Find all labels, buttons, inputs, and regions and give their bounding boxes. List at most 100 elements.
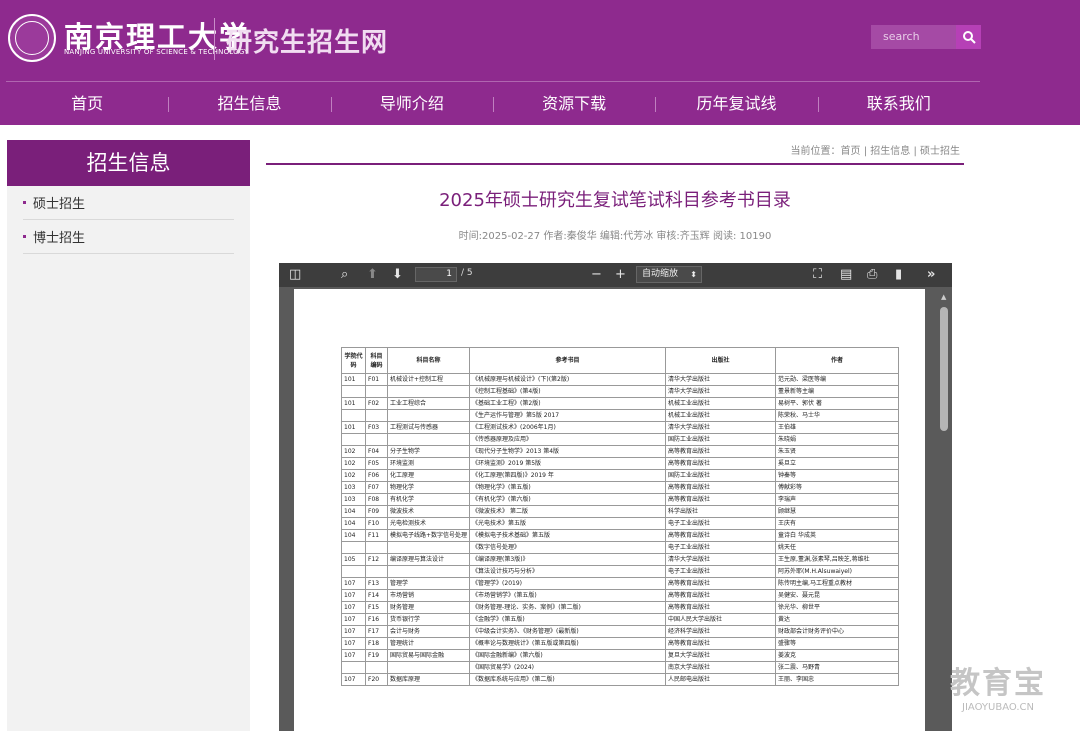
column-header: 作者 (775, 347, 899, 374)
table-cell: 高等教育出版社 (665, 601, 777, 614)
table-row: 105 F12 编译原理与算法设计 《编译原理(第3版)》 清华大学出版社 王生原,董渊,… (341, 553, 899, 566)
table-cell: 阿苏外耶(M.H.Alsuwaiyel) (775, 565, 899, 578)
table-cell: F01 (365, 373, 388, 386)
bookmark-icon[interactable]: ▮ (895, 267, 902, 283)
table-cell: 《机械原理与机械设计》(下)(第2版) (469, 373, 667, 386)
table-cell: 徐光华、柳世平 (775, 601, 899, 614)
previous-page-icon[interactable]: ⬆ (367, 267, 378, 283)
article-title: 2025年硕士研究生复试笔试科目参考书目录 (439, 190, 791, 211)
table-cell: 数据库原理 (386, 673, 471, 686)
nav-contact[interactable]: 联系我们 (817, 84, 980, 124)
table-cell: 人民邮电出版社 (665, 673, 777, 686)
nav-home[interactable]: 首页 (6, 84, 168, 124)
table-body: 101 F01 机械设计+控制工程 《机械原理与机械设计》(下)(第2版) 清华大学出版… (341, 373, 899, 686)
table-row: 107 F17 会计与财务 《中级会计实务》、《财务管理》(最新版) 经济科学出版社 财政… (341, 625, 899, 638)
table-row: 101 F02 工业工程综合 《基础工业工程》(第2版) 机械工业出版社 易树平、郭伏 著 (341, 397, 899, 410)
table-cell: 高等教育出版社 (665, 481, 777, 494)
zoom-select-value: 自动缩放 (642, 269, 679, 279)
table-row: 102 F05 环境监测 《环境监测》2019 第5版 高等教育出版社 奚旦立 (341, 457, 899, 470)
pdf-scrollbar[interactable] (940, 307, 948, 431)
sidebar-toggle-icon[interactable]: ◫ (289, 267, 301, 283)
page-total: / 5 (461, 268, 473, 278)
watermark: 教育宝 JIAOYUBAO.CN (950, 658, 1046, 713)
table-cell: 《化工原理(第四版)》2019 年 (469, 469, 667, 482)
table-cell: 《传感器原理及应用》 (469, 433, 667, 446)
watermark-logo: 教育宝 (950, 666, 1046, 701)
table-cell: 黄达 (775, 613, 899, 626)
table-cell: F16 (365, 613, 388, 626)
table-cell: 董景新等主编 (775, 385, 899, 398)
tools-menu-icon[interactable]: » (927, 267, 935, 283)
table-cell: 102 (341, 445, 366, 458)
table-cell (365, 433, 388, 446)
table-cell: 103 (341, 481, 366, 494)
logo-divider (214, 18, 215, 60)
sidebar-item-masters[interactable]: 硕士招生 (23, 186, 234, 220)
table-cell: 107 (341, 589, 366, 602)
table-row: 《传感器原理及应用》 国防工业出版社 朱晓娟 (341, 433, 899, 446)
table-row: 104 F10 光电检测技术 《光电技术》第五版 电子工业出版社 王庆有 (341, 517, 899, 530)
open-file-icon[interactable]: ▤ (840, 267, 852, 283)
zoom-in-icon[interactable]: + (615, 267, 626, 283)
table-cell: 科学出版社 (665, 505, 777, 518)
find-icon[interactable]: ⌕ (341, 267, 348, 283)
table-row: 《生产运作与管理》第5版 2017 机械工业出版社 陈荣秋、马士华 (341, 409, 899, 422)
table-cell: 清华大学出版社 (665, 373, 777, 386)
nav-admissions[interactable]: 招生信息 (168, 84, 330, 124)
table-cell: 《生产运作与管理》第5版 2017 (469, 409, 667, 422)
page-number-input[interactable]: 1 (415, 267, 457, 282)
table-cell: 102 (341, 469, 366, 482)
site-title[interactable]: 研究生招生网 (226, 22, 388, 59)
table-cell: 奚旦立 (775, 457, 899, 470)
table-cell (386, 385, 471, 398)
table-cell (386, 409, 471, 422)
table-cell: 高等教育出版社 (665, 445, 777, 458)
table-cell: 《基础工业工程》(第2版) (469, 397, 667, 410)
table-cell: 101 (341, 397, 366, 410)
breadcrumb[interactable]: 当前位置：首页 | 招生信息 | 硕士招生 (791, 142, 960, 157)
scroll-up-icon[interactable]: ▲ (941, 293, 946, 301)
reference-book-table: 学院代码 科目编码 科目名称 参考书目 出版社 作者 101 F01 机械设计+控制… (341, 347, 899, 686)
table-cell (341, 433, 366, 446)
zoom-select[interactable]: 自动缩放 ⬍ (636, 266, 702, 283)
table-cell: 《物理化学》(第五版) (469, 481, 667, 494)
sidebar: 招生信息 硕士招生 博士招生 (7, 140, 250, 731)
table-cell (386, 661, 471, 674)
print-icon[interactable]: ⎙ (867, 267, 877, 283)
table-cell (365, 409, 388, 422)
table-cell: 《环境监测》2019 第5版 (469, 457, 667, 470)
sidebar-item-phd[interactable]: 博士招生 (23, 220, 234, 254)
table-cell (341, 541, 366, 554)
table-cell: 103 (341, 493, 366, 506)
table-cell: 国际贸易与国际金融 (386, 649, 471, 662)
nav-downloads[interactable]: 资源下载 (492, 84, 655, 124)
site-header: 南京理工大学 NANJING UNIVERSITY OF SCIENCE & T… (0, 0, 1080, 125)
table-cell: F14 (365, 589, 388, 602)
search-button[interactable] (956, 25, 981, 49)
search-input[interactable]: search (871, 25, 957, 49)
nav-score-lines[interactable]: 历年复试线 (655, 84, 817, 124)
table-cell: F11 (365, 529, 388, 542)
table-cell: F08 (365, 493, 388, 506)
table-cell: 《有机化学》(第六版) (469, 493, 667, 506)
next-page-icon[interactable]: ⬇ (392, 267, 403, 283)
table-cell: 《金融学》(第五版) (469, 613, 667, 626)
table-cell: 《微波技术》 第二版 (469, 505, 667, 518)
table-cell: 分子生物学 (386, 445, 471, 458)
breadcrumb-divider (266, 163, 964, 165)
university-emblem-icon[interactable] (8, 14, 56, 62)
table-cell: F09 (365, 505, 388, 518)
table-cell: 顾继慧 (775, 505, 899, 518)
nav-supervisors[interactable]: 导师介绍 (330, 84, 493, 124)
table-cell: 《工程测试技术》(2006年1月) (469, 421, 667, 434)
table-cell: 姚天任 (775, 541, 899, 554)
table-cell: 陈荣秋、马士华 (775, 409, 899, 422)
presentation-mode-icon[interactable]: ⛶ (813, 267, 822, 283)
column-header: 科目编码 (365, 347, 388, 374)
table-cell: 光电检测技术 (386, 517, 471, 530)
table-cell (365, 541, 388, 554)
zoom-out-icon[interactable]: − (591, 267, 602, 283)
search-icon (962, 31, 976, 44)
table-cell (386, 433, 471, 446)
table-cell: 模拟电子线路+数字信号处理 (386, 529, 471, 542)
